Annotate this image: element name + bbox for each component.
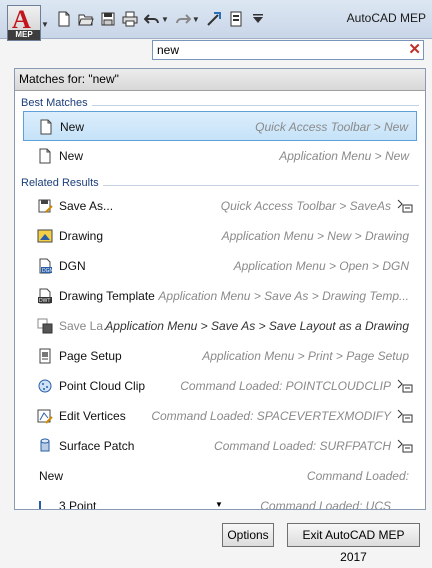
results-header: Matches for: "new" xyxy=(15,69,425,91)
drawing-icon xyxy=(37,228,53,244)
undo-icon[interactable] xyxy=(143,11,160,27)
redo-dropdown-icon[interactable]: ▼ xyxy=(192,15,200,24)
result-label: 3 Point xyxy=(59,499,97,510)
result-label: Drawing xyxy=(59,229,104,243)
result-path: Command Loaded: SPACEVERTEXMODIFY xyxy=(151,409,391,423)
search-field[interactable]: ✕ xyxy=(152,40,424,60)
result-path: Application Menu > Save As > Drawing Tem… xyxy=(158,289,409,303)
open-icon[interactable] xyxy=(78,11,94,27)
scroll-down-arrow-icon[interactable]: ▼ xyxy=(215,500,223,509)
ucs-3point-icon xyxy=(37,498,53,509)
new-file-icon xyxy=(38,119,54,135)
result-label: Drawing Template xyxy=(59,289,155,303)
svg-text:DGN: DGN xyxy=(42,268,53,274)
command-line-icon xyxy=(397,199,413,213)
svg-text:DWT: DWT xyxy=(39,298,50,304)
result-label: Edit Vertices xyxy=(59,409,126,423)
search-input[interactable] xyxy=(157,42,397,58)
result-row-new-appmenu[interactable]: New Application Menu > New xyxy=(23,141,417,171)
result-path: Command Loaded: SURFPATCH xyxy=(214,439,391,453)
edit-vertices-icon xyxy=(37,408,53,424)
quick-access-toolbar: ▼ ▼ xyxy=(56,11,272,27)
result-row-point-cloud-clip[interactable]: Point Cloud Clip Command Loaded: POINTCL… xyxy=(23,371,417,401)
point-cloud-clip-icon xyxy=(37,378,53,394)
app-title: AutoCAD MEP xyxy=(346,11,426,25)
result-path: Quick Access Toolbar > New xyxy=(255,120,408,134)
undo-dropdown-icon[interactable]: ▼ xyxy=(161,15,169,24)
mep-badge: MEP xyxy=(8,30,40,40)
result-path: Application Menu > Print > Page Setup xyxy=(202,349,409,363)
result-row-save-layout[interactable]: Save La... Application Menu > Save As > … xyxy=(23,311,417,341)
result-row-dgn[interactable]: DGN DGN Application Menu > Open > DGN xyxy=(23,251,417,281)
result-row-page-setup[interactable]: Page Setup Application Menu > Print > Pa… xyxy=(23,341,417,371)
section-related-results: Related Results xyxy=(21,177,419,191)
result-label: New xyxy=(60,120,85,134)
result-label: New xyxy=(59,149,84,163)
command-line-icon xyxy=(397,409,413,423)
result-label: Page Setup xyxy=(59,349,122,363)
result-label: DGN xyxy=(59,259,86,273)
result-row-edit-vertices[interactable]: Edit Vertices Command Loaded: SPACEVERTE… xyxy=(23,401,417,431)
drawing-template-icon: DWT xyxy=(37,288,53,304)
customize-toolbar-icon[interactable] xyxy=(250,11,266,27)
result-row-drawing-template[interactable]: DWT Drawing Template Application Menu > … xyxy=(23,281,417,311)
result-path: Application Menu > New xyxy=(279,149,409,163)
share-icon[interactable] xyxy=(206,11,222,27)
new-icon[interactable] xyxy=(56,11,72,27)
result-row-surface-patch[interactable]: Surface Patch Command Loaded: SURFPATCH xyxy=(23,431,417,461)
command-line-icon xyxy=(397,439,413,453)
title-bar: A MEP ▼ ▼ ▼ AutoCAD MEP xyxy=(0,0,432,41)
page-setup-icon xyxy=(37,348,53,364)
result-path: Command Loaded: POINTCLOUDCLIP xyxy=(180,379,391,393)
result-path: Application Menu > Open > DGN xyxy=(233,259,409,273)
result-label: Save As... xyxy=(59,199,114,213)
clear-search-icon[interactable]: ✕ xyxy=(408,42,421,58)
surface-patch-icon xyxy=(37,438,53,454)
result-row-new-qat[interactable]: New Quick Access Toolbar > New xyxy=(23,111,417,141)
result-label: New xyxy=(39,469,64,483)
command-line-icon xyxy=(397,379,413,393)
application-menu-button[interactable]: A MEP xyxy=(7,5,41,41)
result-row-save-as[interactable]: Save As... Quick Access Toolbar > SaveAs xyxy=(23,191,417,221)
options-button[interactable]: Options xyxy=(222,523,274,547)
result-label: Point Cloud Clip xyxy=(59,379,146,393)
save-as-icon xyxy=(37,198,53,214)
result-path: Application Menu > New > Drawing xyxy=(221,229,409,243)
dgn-icon: DGN xyxy=(37,258,54,274)
save-layout-icon xyxy=(37,318,53,334)
exit-autocad-button[interactable]: Exit AutoCAD MEP 2017 xyxy=(287,523,420,564)
result-row-drawing[interactable]: Drawing Application Menu > New > Drawing xyxy=(23,221,417,251)
result-row-new-command[interactable]: New Command Loaded: xyxy=(23,461,417,491)
workspace-icon[interactable] xyxy=(228,11,244,27)
new-file-icon xyxy=(37,148,53,164)
section-best-matches: Best Matches xyxy=(21,97,419,111)
result-path: Application Menu > Save As > Save Layout… xyxy=(105,319,409,333)
print-icon[interactable] xyxy=(122,11,138,27)
app-menu-dropdown-icon[interactable]: ▼ xyxy=(41,20,49,29)
result-path: Command Loaded: xyxy=(306,469,409,483)
result-path: Quick Access Toolbar > SaveAs xyxy=(220,199,391,213)
search-results-panel: Matches for: "new" Best Matches New Quic… xyxy=(14,68,426,510)
result-label: Surface Patch xyxy=(59,439,135,453)
redo-icon[interactable] xyxy=(175,11,192,27)
result-path: Command Loaded: UCS xyxy=(260,499,391,510)
save-icon[interactable] xyxy=(100,11,116,27)
